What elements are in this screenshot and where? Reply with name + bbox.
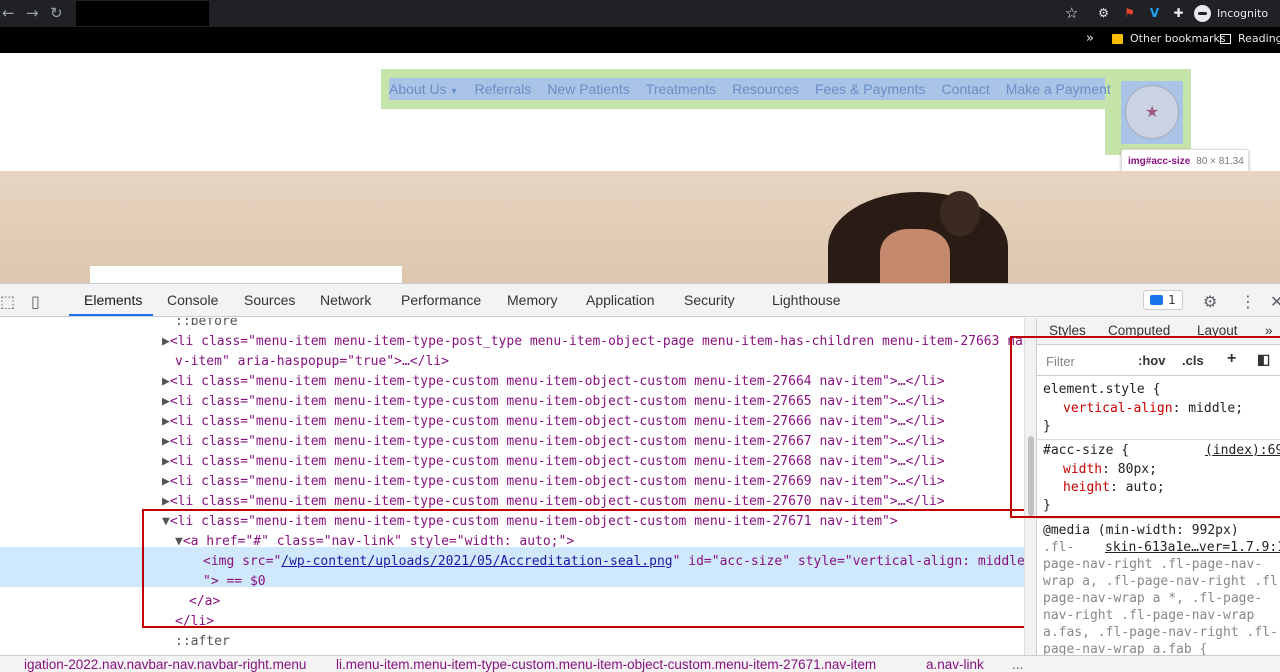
pseudo-after[interactable]: ::after [175, 632, 230, 652]
extension-v-icon[interactable]: V [1146, 5, 1163, 22]
close-devtools-icon[interactable]: ✕ [1270, 292, 1280, 311]
pseudo-before[interactable]: ::before [175, 318, 238, 332]
tab-lighthouse[interactable]: Lighthouse [772, 292, 841, 308]
fl-selector-line: wrap a, .fl-page-nav-right .fl- [1043, 574, 1280, 589]
expand-triangle-icon[interactable]: ▶ [162, 414, 170, 429]
breadcrumb-ul[interactable]: igation-2022.nav.navbar-nav.navbar-right… [24, 657, 306, 672]
rule-separator [1037, 518, 1280, 519]
active-tab-indicator [69, 314, 153, 316]
elements-tree: ::before ▶<li class="menu-item menu-item… [0, 318, 1024, 655]
expand-triangle-icon[interactable]: ▶ [162, 454, 170, 469]
expand-triangle-icon[interactable]: ▶ [162, 394, 170, 409]
nav-about-us[interactable]: About Us ▼ [389, 79, 459, 101]
expand-triangle-icon[interactable]: ▶ [162, 494, 170, 509]
chevron-down-icon: ▼ [449, 86, 459, 96]
dom-line-li-27663[interactable]: ▶<li class="menu-item menu-item-type-pos… [162, 332, 1023, 352]
nav-fees-payments[interactable]: Fees & Payments [815, 79, 926, 101]
bookmark-label: Reading list [1238, 32, 1280, 45]
hero-person-ponytail [940, 191, 980, 236]
hero-white-box [90, 266, 402, 283]
folder-icon [1112, 33, 1123, 44]
bookmark-reading-list[interactable]: Reading list [1220, 32, 1280, 45]
extensions-puzzle-icon[interactable]: ✚ [1170, 5, 1187, 22]
fl-selector-line: page-nav-right .fl-page-nav- [1043, 557, 1263, 572]
dom-line-li-27666[interactable]: ▶<li class="menu-item menu-item-type-cus… [162, 412, 945, 432]
breadcrumb-li[interactable]: li.menu-item.menu-item-type-custom.menu-… [336, 657, 876, 672]
breadcrumb-a[interactable]: a.nav-link [926, 657, 984, 672]
fl-selector-line: page-nav-wrap a.fab { [1043, 642, 1208, 655]
breadcrumb-more[interactable]: ... [1012, 657, 1023, 672]
hero-person-face [880, 229, 950, 283]
bookmarks-overflow-icon[interactable]: » [1086, 30, 1094, 48]
dom-line-li-27667[interactable]: ▶<li class="menu-item menu-item-type-cus… [162, 432, 945, 452]
tab-security[interactable]: Security [684, 292, 735, 308]
incognito-label: Incognito [1217, 7, 1269, 20]
tab-performance[interactable]: Performance [401, 292, 481, 308]
settings-gear-icon[interactable]: ⚙ [1203, 292, 1217, 311]
dom-line-li-27668[interactable]: ▶<li class="menu-item menu-item-type-cus… [162, 452, 945, 472]
tab-memory[interactable]: Memory [507, 292, 558, 308]
issues-bubble-icon [1150, 295, 1164, 305]
annotation-box-dom [142, 509, 1024, 628]
media-query: @media (min-width: 992px) [1043, 523, 1239, 538]
incognito-icon [1194, 5, 1211, 22]
bookmark-label: Other bookmarks [1130, 32, 1226, 45]
extension-gear-icon[interactable]: ⚙ [1095, 5, 1112, 22]
accreditation-seal-image[interactable]: ★ [1125, 85, 1179, 139]
inspect-tooltip: img#acc-size 80 × 81.34 [1121, 149, 1249, 173]
site-nav-menu: About Us ▼ Referrals New Patients Treatme… [389, 79, 1127, 101]
nav-make-a-payment[interactable]: Make a Payment [1006, 79, 1111, 101]
bookmark-star-icon[interactable]: ☆ [1065, 4, 1078, 22]
tab-network[interactable]: Network [320, 292, 371, 308]
expand-triangle-icon[interactable]: ▶ [162, 374, 170, 389]
fl-selector-line: .fl- [1043, 540, 1075, 555]
devtools-panel: ⬚ ▯ Elements Console Sources Network Per… [0, 283, 1280, 672]
expand-triangle-icon[interactable]: ▶ [162, 474, 170, 489]
tab-elements[interactable]: Elements [84, 292, 142, 308]
inspect-element-icon[interactable]: ⬚ [0, 292, 15, 311]
expand-triangle-icon[interactable]: ▶ [162, 334, 170, 349]
tooltip-dimensions: 80 × 81.34 [1196, 155, 1244, 167]
page-viewport: About Us ▼ Referrals New Patients Treatme… [0, 53, 1280, 283]
bookmarks-bar: » Other bookmarks Reading list [0, 27, 1280, 53]
hero-image [0, 171, 1280, 283]
incognito-indicator[interactable]: Incognito [1194, 4, 1268, 23]
tooltip-selector: img#acc-size [1128, 155, 1191, 167]
bookmark-other[interactable]: Other bookmarks [1112, 32, 1226, 45]
devtools-tabbar: ⬚ ▯ Elements Console Sources Network Per… [0, 284, 1280, 317]
address-bar-right [209, 1, 1086, 26]
device-toolbar-icon[interactable]: ▯ [31, 292, 40, 311]
extension-flag-icon[interactable]: ⚑ [1121, 5, 1138, 22]
seal-star-icon: ★ [1145, 102, 1160, 121]
tab-application[interactable]: Application [586, 292, 655, 308]
nav-resources[interactable]: Resources [732, 79, 799, 101]
accreditation-seal-highlight[interactable]: ★ [1121, 81, 1183, 144]
issues-count: 1 [1168, 293, 1176, 307]
dom-line-li-27669[interactable]: ▶<li class="menu-item menu-item-type-cus… [162, 472, 945, 492]
fl-selector-line: nav-right .fl-page-nav-wrap [1043, 608, 1255, 623]
nav-referrals[interactable]: Referrals [475, 79, 532, 101]
fl-selector-line: page-nav-wrap a *, .fl-page- [1043, 591, 1263, 606]
reading-list-icon [1220, 33, 1231, 44]
tab-console[interactable]: Console [167, 292, 218, 308]
fl-source-link[interactable]: skin-613a1e…ver=1.7.9:1 [1105, 540, 1280, 555]
back-icon[interactable]: ← [2, 4, 15, 22]
expand-triangle-icon[interactable]: ▶ [162, 434, 170, 449]
nav-treatments[interactable]: Treatments [646, 79, 716, 101]
nav-contact[interactable]: Contact [942, 79, 990, 101]
dom-breadcrumbs: igation-2022.nav.navbar-nav.navbar-right… [0, 655, 1280, 672]
forward-icon[interactable]: → [26, 4, 39, 22]
more-options-icon[interactable]: ⋮ [1240, 292, 1256, 311]
browser-toolbar: ← → ↻ ☆ ⚙ ⚑ V ✚ Incognito [0, 0, 1280, 27]
reload-icon[interactable]: ↻ [50, 4, 63, 22]
issues-badge[interactable]: 1 [1143, 290, 1183, 310]
dom-line-li-27664[interactable]: ▶<li class="menu-item menu-item-type-cus… [162, 372, 945, 392]
dom-line-li-27663-cont[interactable]: v-item" aria-haspopup="true">…</li> [175, 352, 449, 372]
nav-new-patients[interactable]: New Patients [547, 79, 629, 101]
tab-sources[interactable]: Sources [244, 292, 295, 308]
dom-line-li-27665[interactable]: ▶<li class="menu-item menu-item-type-cus… [162, 392, 945, 412]
fl-selector-line: a.fas, .fl-page-nav-right .fl- [1043, 625, 1278, 640]
annotation-box-styles [1010, 336, 1280, 518]
